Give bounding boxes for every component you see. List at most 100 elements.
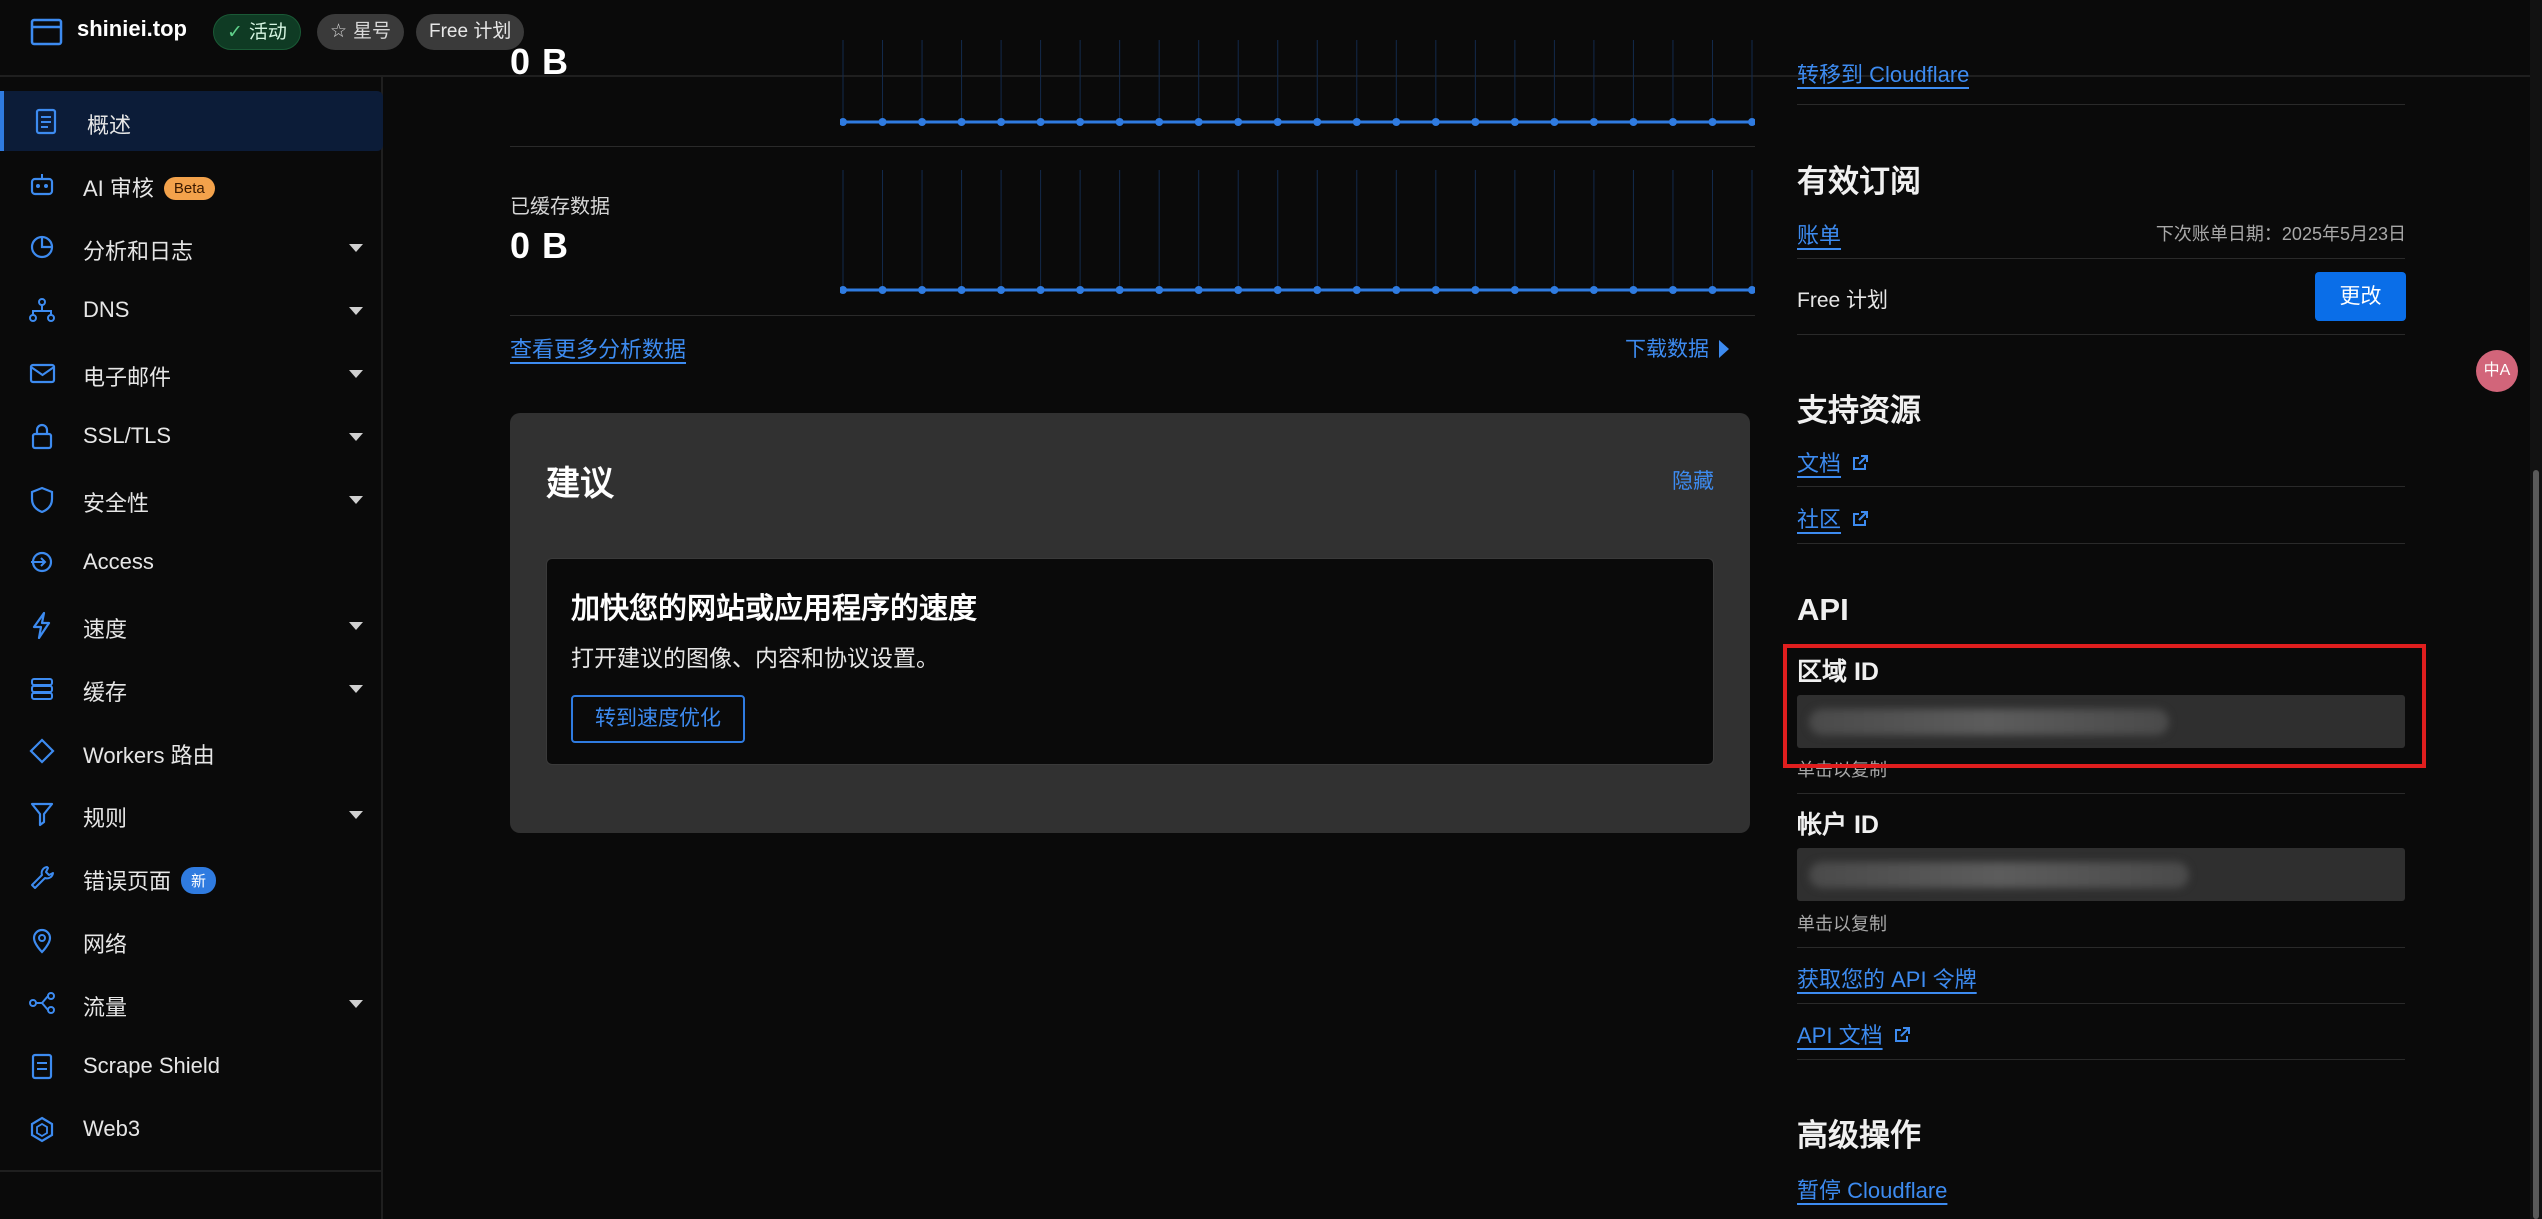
chart-point	[1550, 286, 1559, 294]
divider	[510, 315, 1755, 316]
chart-point	[1036, 118, 1045, 126]
chart-point	[1392, 118, 1401, 126]
chart-point	[918, 118, 927, 126]
divider	[510, 146, 1755, 147]
sidebar-item-label: SSL/TLS	[83, 423, 172, 448]
sidebar-item-item-2[interactable]: 分析和日志	[0, 217, 383, 277]
billing-link[interactable]: 账单	[1797, 218, 1841, 250]
api-docs-link-label: API 文档	[1797, 1023, 1883, 1048]
community-link-label: 社区	[1797, 507, 1842, 532]
chevron-down-icon[interactable]	[349, 433, 363, 441]
sidebar-item-dns[interactable]: DNS	[0, 280, 383, 340]
chevron-down-icon[interactable]	[349, 685, 363, 693]
chart-point	[1668, 286, 1677, 294]
divider	[1797, 543, 2405, 544]
chart-point	[1708, 118, 1717, 126]
chart-point	[840, 118, 847, 126]
scrollbar-thumb[interactable]	[2533, 470, 2539, 1219]
chevron-down-icon[interactable]	[349, 307, 363, 315]
email-icon	[29, 363, 56, 384]
docs-link[interactable]: 文档	[1797, 446, 1869, 478]
download-data-label: 下载数据	[1625, 338, 1709, 361]
sidebar-item-label: 安全性	[83, 491, 150, 516]
bandwidth-sparkline	[840, 40, 1755, 126]
chart-point	[1352, 118, 1361, 126]
sidebar-item-item-14[interactable]: 流量	[0, 973, 383, 1033]
page-scrollbar[interactable]	[2530, 0, 2542, 1219]
chart-point	[1155, 118, 1164, 126]
chart-point	[1471, 286, 1480, 294]
go-to-speed-optimization-button[interactable]: 转到速度优化	[571, 695, 745, 743]
view-more-analytics-link[interactable]: 查看更多分析数据	[510, 332, 686, 364]
chart-point	[1234, 286, 1243, 294]
sidebar-item-label: 电子邮件	[83, 365, 172, 390]
sidebar-item-item-0[interactable]: 概述	[0, 91, 383, 151]
divider	[1797, 486, 2405, 487]
check-icon: ✓	[227, 22, 243, 43]
chart-point	[1629, 118, 1638, 126]
get-api-token-link[interactable]: 获取您的 API 令牌	[1797, 962, 1977, 994]
sidebar-item-scrape-shield[interactable]: Scrape Shield	[0, 1036, 383, 1096]
sidebar-item-workers[interactable]: Workers 路由	[0, 721, 383, 781]
download-data-link[interactable]: 下载数据	[1625, 333, 1729, 363]
docs-link-label: 文档	[1797, 451, 1842, 476]
sidebar-item-access[interactable]: Access	[0, 532, 383, 592]
cached-data-value: 0 B	[510, 225, 570, 266]
star-button[interactable]: ☆ 星号	[317, 14, 405, 50]
translate-icon[interactable]: 中A	[2476, 350, 2518, 392]
sidebar-item-label: 速度	[83, 617, 128, 642]
chart-point	[1234, 118, 1243, 126]
sidebar-item-ssl-tls[interactable]: SSL/TLS	[0, 406, 383, 466]
community-link[interactable]: 社区	[1797, 502, 1869, 534]
chart-point	[1668, 118, 1677, 126]
redacted-account-id	[1809, 862, 2189, 888]
chevron-down-icon[interactable]	[349, 811, 363, 819]
sidebar-item-label: Scrape Shield	[83, 1053, 220, 1078]
sidebar-item-ai[interactable]: AI 审核 Beta	[0, 154, 383, 214]
chart-point	[918, 286, 927, 294]
star-label: 星号	[353, 21, 392, 42]
sidebar-item-label: Workers 路由	[83, 743, 215, 768]
hide-suggestions-link[interactable]: 隐藏	[1672, 465, 1714, 495]
sidebar-item-item-11[interactable]: 规则	[0, 784, 383, 844]
site-name[interactable]: shiniei.top	[77, 16, 187, 42]
chevron-down-icon[interactable]	[349, 370, 363, 378]
chevron-down-icon[interactable]	[349, 1000, 363, 1008]
sidebar-item-item-9[interactable]: 缓存	[0, 658, 383, 718]
chevron-down-icon[interactable]	[349, 622, 363, 630]
lightning-icon	[32, 611, 51, 639]
sidebar-item-item-13[interactable]: 网络	[0, 910, 383, 970]
sidebar-item-item-8[interactable]: 速度	[0, 595, 383, 655]
divider	[1797, 1059, 2405, 1060]
sidebar-item-label: 网络	[83, 932, 128, 957]
chevron-down-icon[interactable]	[349, 244, 363, 252]
plan-badge[interactable]: Free 计划	[416, 14, 525, 50]
highlight-box	[1783, 644, 2426, 768]
divider	[1797, 947, 2405, 948]
sidebar-item-label: AI 审核 Beta	[83, 171, 215, 203]
support-resources-heading: 支持资源	[1797, 393, 1921, 428]
speed-suggestion-card: 加快您的网站或应用程序的速度 打开建议的图像、内容和协议设置。 转到速度优化	[546, 558, 1714, 765]
sidebar-item-item-12[interactable]: 错误页面新	[0, 847, 383, 907]
sidebar-item-label: DNS	[83, 297, 130, 322]
api-heading: API	[1797, 592, 1849, 627]
database-icon	[31, 678, 53, 700]
chart-point	[1748, 286, 1755, 294]
chart-point	[1313, 118, 1322, 126]
sidebar-item-web3[interactable]: Web3	[0, 1099, 383, 1159]
sidebar-item-item-4[interactable]: 电子邮件	[0, 343, 383, 403]
divider	[1797, 334, 2405, 335]
change-plan-button[interactable]: 更改	[2315, 272, 2406, 321]
api-docs-link[interactable]: API 文档	[1797, 1018, 1911, 1050]
sidebar-item-label: 缓存	[83, 680, 128, 705]
account-id-field[interactable]	[1797, 848, 2405, 901]
status-badge: ✓ 活动	[213, 14, 301, 50]
chevron-down-icon[interactable]	[349, 496, 363, 504]
scrape-shield-icon	[31, 1053, 53, 1080]
sidebar-item-item-6[interactable]: 安全性	[0, 469, 383, 529]
transfer-to-cloudflare-link[interactable]: 转移到 Cloudflare	[1797, 64, 1969, 94]
account-id-label: 帐户 ID	[1797, 811, 1879, 839]
chart-point	[1155, 286, 1164, 294]
pause-cloudflare-link[interactable]: 暂停 Cloudflare	[1797, 1173, 1947, 1205]
pie-chart-icon	[30, 235, 54, 259]
